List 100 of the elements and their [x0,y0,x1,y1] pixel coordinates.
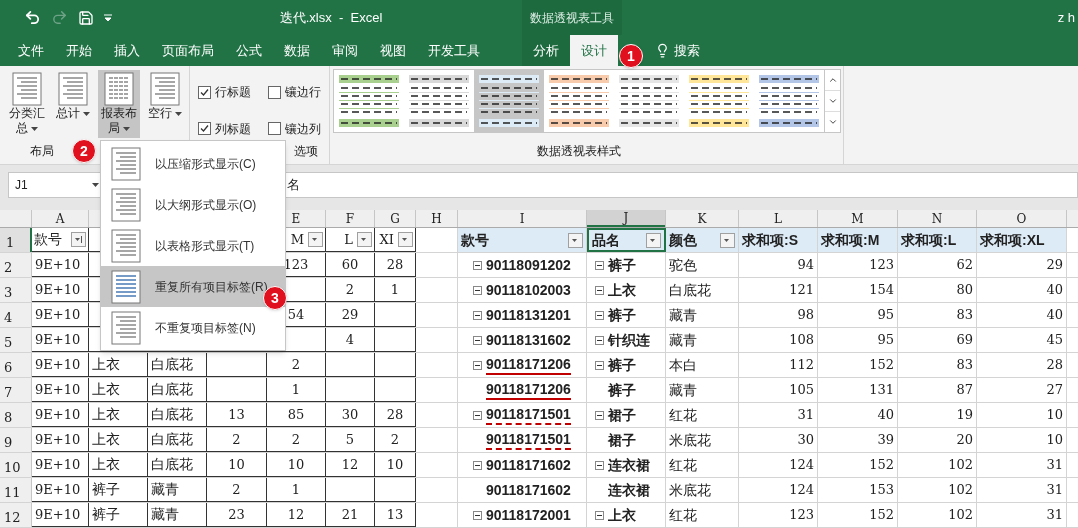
collapse-icon[interactable] [595,335,604,345]
layout-button[interactable]: 空行 [144,70,186,138]
save-icon[interactable] [78,9,94,26]
row-header[interactable]: 5 [0,328,32,352]
collapse-icon[interactable] [595,360,604,370]
table-cell: 85 [267,403,326,427]
collapse-icon[interactable] [473,335,482,345]
row-header[interactable]: 7 [0,378,32,402]
pivot-cell-text: 121 [789,281,814,300]
table-cell: 上衣 [89,428,148,452]
collapse-icon[interactable] [595,260,604,270]
ribbon-tab[interactable]: 开发工具 [417,35,491,66]
collapse-icon[interactable] [595,510,604,520]
pivot-cell-text: 本白 [669,355,697,375]
pivot-cell-text: 131 [869,381,894,400]
checkbox[interactable] [267,122,281,136]
collapse-icon[interactable] [473,360,482,370]
collapse-icon[interactable] [473,510,482,520]
layout-icon [111,146,141,181]
pivot-cell-text: 102 [948,481,973,500]
column-header[interactable]: J [587,210,665,227]
column-header[interactable]: A [32,210,88,227]
row-header[interactable]: 9 [0,428,32,452]
table-cell: 2 [267,353,326,377]
ribbon-tab[interactable]: 设计 [570,35,618,66]
collapse-icon[interactable] [595,310,604,320]
filter-button[interactable] [398,232,413,247]
column-header[interactable]: F [326,210,374,227]
collapse-icon[interactable] [473,285,482,295]
row-header[interactable]: 1 [0,228,32,252]
undo-icon[interactable] [24,9,41,26]
ribbon-tab[interactable]: 页面布局 [151,35,225,66]
filter-button[interactable] [646,232,661,248]
column-header[interactable]: K [666,210,738,227]
ribbon-tab[interactable]: 开始 [55,35,103,66]
collapse-icon[interactable] [473,260,482,270]
row-header[interactable]: 12 [0,503,32,527]
ribbon-tab[interactable]: 文件 [7,35,55,66]
pivot-cell-text: 153 [869,481,894,500]
row-header[interactable]: 11 [0,478,32,502]
caret-icon [123,126,131,131]
table-cell: 9E+10 [32,453,89,477]
row-header[interactable]: 10 [0,453,32,477]
layout-button[interactable]: 总计 [52,70,94,138]
table-cell: 29 [326,303,375,327]
collapse-icon[interactable] [473,310,482,320]
row-header[interactable]: 2 [0,253,32,277]
ribbon-tab[interactable]: 公式 [225,35,273,66]
layout-button[interactable]: 分类汇总 [6,70,48,138]
pivot-cell-text: 124 [789,481,814,500]
column-header[interactable]: H [416,210,457,227]
table-cell: 白底花 [148,353,207,377]
column-header[interactable]: M [818,210,897,227]
ribbon-tab[interactable]: 分析 [522,35,570,66]
search-tab[interactable]: 搜索 [644,35,711,66]
sort-filter-button[interactable] [71,232,86,247]
ribbon-tab[interactable]: 视图 [369,35,417,66]
pivot-cell-text: 红花 [669,455,697,475]
table-cell: 10 [375,453,416,477]
checkbox[interactable] [267,85,281,99]
checkbox[interactable] [198,85,211,99]
ribbon-tab[interactable]: 审阅 [321,35,369,66]
row-header[interactable]: 3 [0,278,32,302]
checkbox[interactable] [198,122,211,136]
collapse-icon[interactable] [595,285,604,295]
column-header[interactable]: L [739,210,817,227]
pivot-cell-text: 95 [877,306,894,325]
ribbon-tab[interactable]: 数据 [273,35,321,66]
column-header[interactable]: G [375,210,415,227]
filter-button[interactable] [357,232,372,247]
collapse-icon[interactable] [473,460,482,470]
column-header[interactable]: N [898,210,976,227]
collapse-icon[interactable] [595,460,604,470]
customize-icon[interactable] [104,13,112,22]
table-cell: 上衣 [89,378,148,402]
filter-button[interactable] [568,232,583,248]
layout-icon [150,72,180,106]
row-header[interactable]: 6 [0,353,32,377]
collapse-icon[interactable] [595,410,604,420]
row-header[interactable]: 4 [0,303,32,327]
column-header[interactable]: I [458,210,586,227]
table-cell: 白底花 [148,378,207,402]
filter-button[interactable] [308,232,323,247]
header-text: 颜色 [669,230,697,250]
row-header[interactable]: 8 [0,403,32,427]
table-cell: 2 [207,478,267,502]
header-cell-text: M [290,230,304,249]
filter-button[interactable] [720,232,735,248]
table-cell [326,353,375,377]
table-cell: 藏青 [148,478,207,502]
column-header[interactable]: O [977,210,1066,227]
pivot-cell: 90118171206 [486,355,571,375]
dropdown-arrow-icon [723,236,732,244]
table-cell: 裤子 [89,478,148,502]
pivot-cell-text: 红花 [669,505,697,525]
collapse-icon[interactable] [473,410,482,420]
ribbon-tab[interactable]: 插入 [103,35,151,66]
layout-button[interactable]: 报表布局 [98,70,140,138]
table-cell: 23 [207,503,267,527]
sort-arrow-icon [74,236,83,243]
